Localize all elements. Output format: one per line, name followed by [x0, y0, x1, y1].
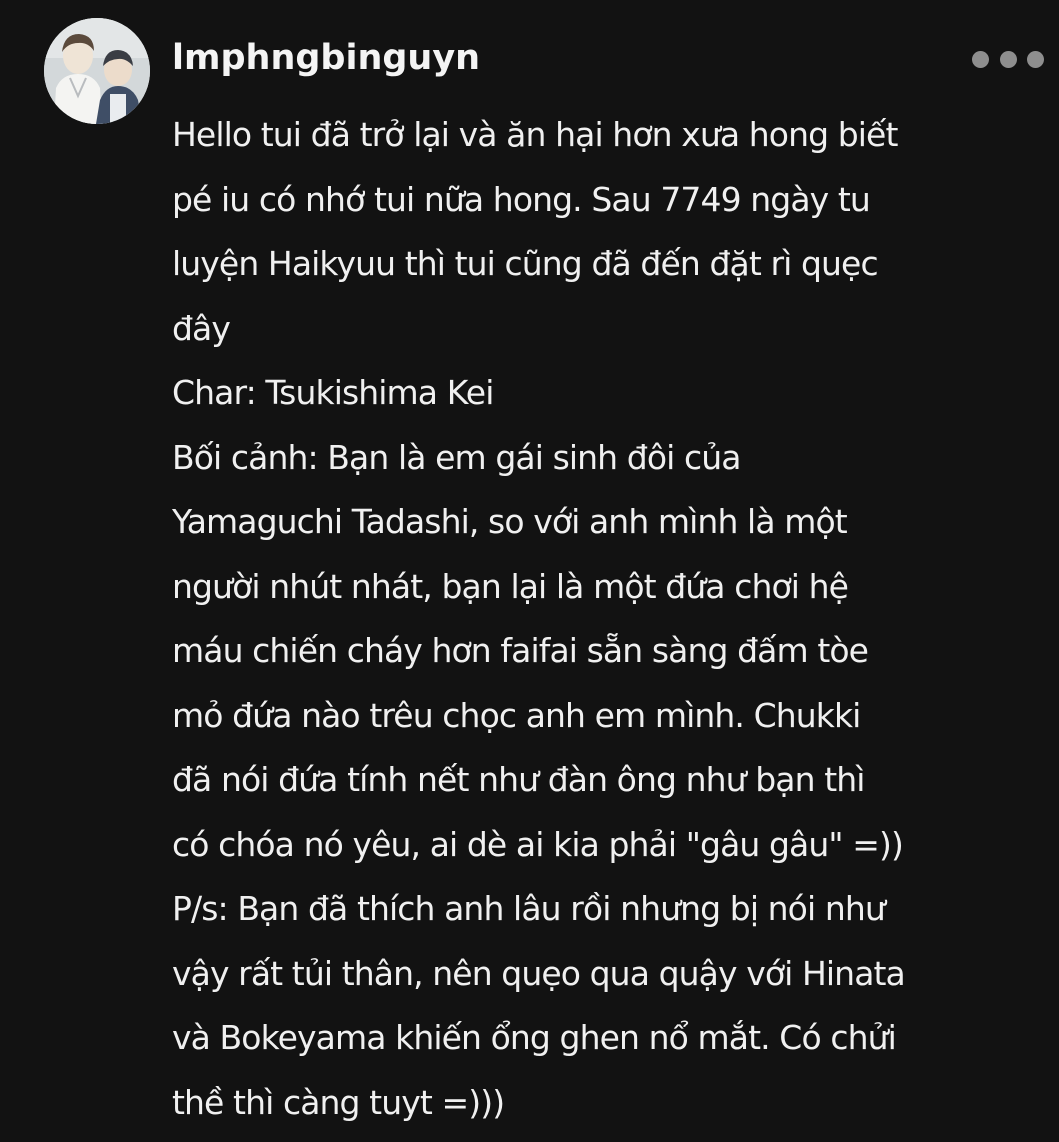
comment-line: P/s: Bạn đã thích anh lâu rồi nhưng bị n…: [172, 889, 886, 928]
more-options-button[interactable]: [972, 44, 1044, 74]
more-dot-icon: [972, 50, 989, 68]
comment-line: Hello tui đã trở lại và ăn hại hơn xưa h…: [172, 115, 898, 154]
more-dot-icon: [1027, 50, 1044, 68]
comment-line: Bối cảnh: Bạn là em gái sinh đôi của: [172, 437, 741, 477]
comment-line: thề thì càng tuyt =))): [172, 1082, 505, 1122]
comment-line: luyện Haikyuu thì tui cũng đã đến đặt rì…: [172, 244, 879, 283]
avatar-image: [44, 18, 150, 124]
comment-line: người nhút nhát, bạn lại là một đứa chơi…: [172, 566, 849, 606]
comment-line: mỏ đứa nào trêu chọc anh em mình. Chukki: [172, 695, 861, 735]
comment-line: Char: Tsukishima Kei: [172, 373, 494, 412]
comment-line: vậy rất tủi thân, nên quẹo qua quậy với …: [172, 953, 906, 993]
comment-line: pé iu có nhớ tui nữa hong. Sau 7749 ngày…: [172, 179, 871, 219]
comment-card: lmphngbinguyn Hello tui đã trở lại và ăn…: [0, 0, 1059, 1142]
more-dot-icon: [999, 50, 1017, 68]
comment-line: và Bokeyama khiến ổng ghen nổ mắt. Có ch…: [172, 1018, 897, 1057]
comment-line: đây: [172, 308, 231, 348]
username[interactable]: lmphngbinguyn: [172, 34, 480, 82]
comment-line: Yamaguchi Tadashi, so với anh mình là mộ…: [172, 502, 848, 541]
user-avatar[interactable]: [44, 18, 150, 124]
comment-line: máu chiến cháy hơn faifai sẵn sàng đấm t…: [172, 631, 869, 670]
comment-line: đã nói đứa tính nết như đàn ông như bạn …: [172, 760, 865, 799]
comment-line: có chóa nó yêu, ai dè ai kia phải "gâu g…: [172, 824, 904, 864]
comment-body: Hello tui đã trở lại và ăn hại hơn xưa h…: [172, 103, 1052, 1135]
